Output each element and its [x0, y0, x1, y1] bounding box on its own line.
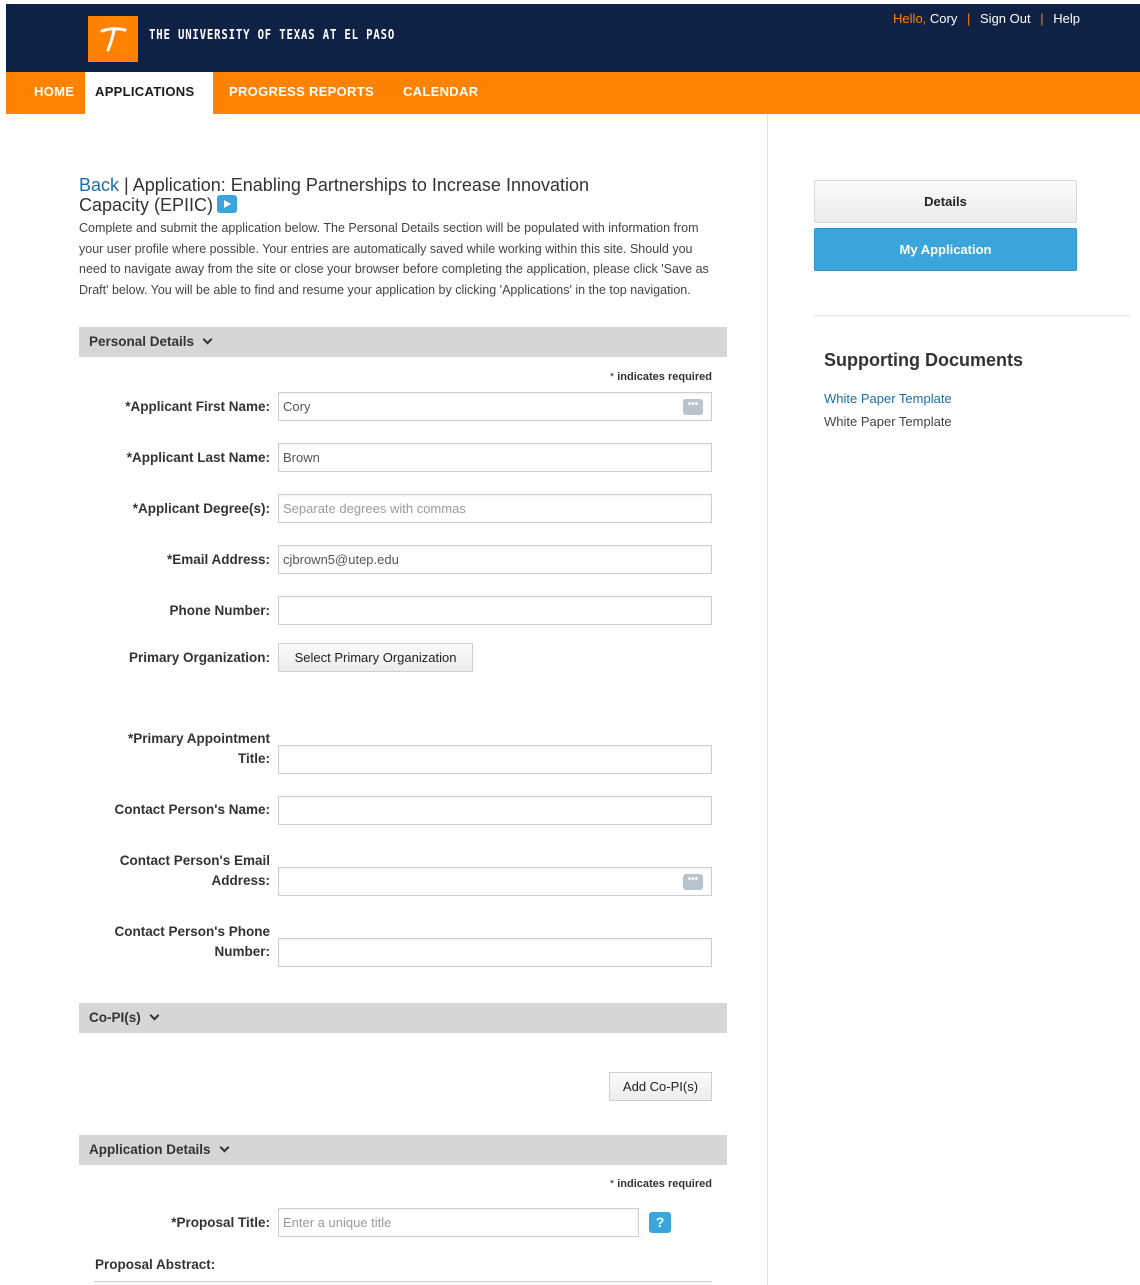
lookup-dots-icon[interactable]: ••• — [683, 399, 703, 415]
application-details-section-header[interactable]: Application Details — [79, 1135, 727, 1165]
contact-email-label: Contact Person's Email Address: — [79, 851, 270, 891]
degrees-input[interactable] — [278, 494, 712, 523]
white-paper-template-link[interactable]: White Paper Template — [824, 391, 952, 406]
hello-text: Hello, — [893, 11, 927, 26]
appointment-title-label-line1: *Primary Appointment — [127, 731, 270, 746]
column-divider — [767, 114, 768, 1285]
contact-phone-label-line1: Contact Person's Phone — [114, 924, 271, 939]
chevron-down-icon — [149, 1010, 160, 1021]
contact-name-label: Contact Person's Name: — [114, 802, 270, 817]
proposal-title-label: *Proposal Title: — [171, 1215, 270, 1230]
contact-phone-input[interactable] — [278, 938, 712, 967]
degrees-label: *Applicant Degree(s): — [132, 501, 270, 516]
appointment-title-label: *Primary Appointment Title: — [79, 729, 270, 769]
my-application-button[interactable]: My Application — [814, 228, 1077, 271]
contact-name-input[interactable] — [278, 796, 712, 825]
user-links: Hello, Cory | Sign Out | Help — [893, 11, 1080, 26]
proposal-title-input[interactable] — [278, 1208, 639, 1237]
supporting-documents-title: Supporting Documents — [824, 350, 1023, 370]
play-icon[interactable] — [217, 195, 238, 213]
help-link[interactable]: Help — [1053, 11, 1080, 26]
co-pi-title: Co-PI(s) — [89, 1010, 141, 1025]
email-label: *Email Address: — [166, 552, 270, 567]
primary-organization-label: Primary Organization: — [128, 650, 270, 665]
select-primary-organization-button[interactable]: Select Primary Organization — [278, 643, 473, 672]
required-note: * indicates required — [560, 371, 712, 383]
proposal-abstract-label: Proposal Abstract: — [95, 1257, 216, 1272]
chevron-down-icon — [202, 334, 213, 345]
required-note: * indicates required — [560, 1178, 712, 1190]
nav-progress-reports[interactable]: PROGRESS REPORTS — [229, 72, 374, 114]
required-star: * — [609, 1178, 615, 1190]
sidebar-divider — [814, 315, 1130, 316]
contact-email-input[interactable] — [278, 867, 712, 896]
required-star: * — [609, 371, 615, 383]
white-paper-template-text: White Paper Template — [824, 414, 952, 429]
logo-t-icon — [100, 27, 127, 52]
contact-email-label-line2: Address: — [211, 873, 270, 888]
add-co-pi-button[interactable]: Add Co-PI(s) — [609, 1072, 712, 1101]
separator: | — [1040, 11, 1044, 26]
required-note-text: indicates required — [617, 1178, 712, 1190]
help-icon[interactable]: ? — [649, 1212, 671, 1233]
sign-out-link[interactable]: Sign Out — [980, 11, 1031, 26]
contact-phone-label: Contact Person's Phone Number: — [79, 922, 271, 962]
contact-email-label-line1: Contact Person's Email — [119, 853, 270, 868]
main-nav: HOME APPLICATIONS PROGRESS REPORTS CALEN… — [6, 72, 1140, 114]
email-input[interactable] — [278, 545, 712, 574]
contact-phone-label-line2: Number: — [214, 944, 270, 959]
lookup-dots-icon[interactable]: ••• — [683, 874, 703, 890]
utep-logo[interactable] — [88, 16, 138, 62]
nav-applications[interactable]: APPLICATIONS — [85, 72, 213, 114]
co-pi-section-header[interactable]: Co-PI(s) — [79, 1003, 727, 1033]
phone-label: Phone Number: — [169, 603, 270, 618]
back-link[interactable]: Back — [79, 175, 119, 195]
title-separator: | — [119, 175, 133, 195]
personal-details-title: Personal Details — [89, 334, 195, 349]
first-name-label: *Applicant First Name: — [125, 399, 270, 414]
application-details-title: Application Details — [89, 1142, 211, 1157]
details-button[interactable]: Details — [814, 180, 1077, 223]
university-wordmark: THE UNIVERSITY OF TEXAS AT EL PASO — [149, 28, 396, 43]
application-title: Application: Enabling Partnerships to In… — [79, 175, 590, 215]
page-title: Back | Application: Enabling Partnership… — [79, 175, 639, 215]
nav-home[interactable]: HOME — [34, 72, 74, 114]
required-note-text: indicates required — [617, 371, 712, 383]
user-name: Cory — [929, 11, 958, 26]
appointment-title-label-line2: Title: — [237, 751, 270, 766]
separator: | — [967, 11, 971, 26]
last-name-input[interactable] — [278, 443, 712, 472]
phone-input[interactable] — [278, 596, 712, 625]
appointment-title-input[interactable] — [278, 745, 712, 774]
nav-calendar[interactable]: CALENDAR — [403, 72, 478, 114]
chevron-down-icon — [219, 1142, 229, 1153]
personal-details-section-header[interactable]: Personal Details — [79, 327, 727, 357]
intro-text: Complete and submit the application belo… — [79, 221, 709, 297]
last-name-label: *Applicant Last Name: — [126, 450, 270, 465]
first-name-input[interactable] — [278, 392, 712, 421]
site-header: THE UNIVERSITY OF TEXAS AT EL PASO Hello… — [6, 4, 1140, 72]
proposal-abstract-editor[interactable] — [94, 1281, 712, 1285]
